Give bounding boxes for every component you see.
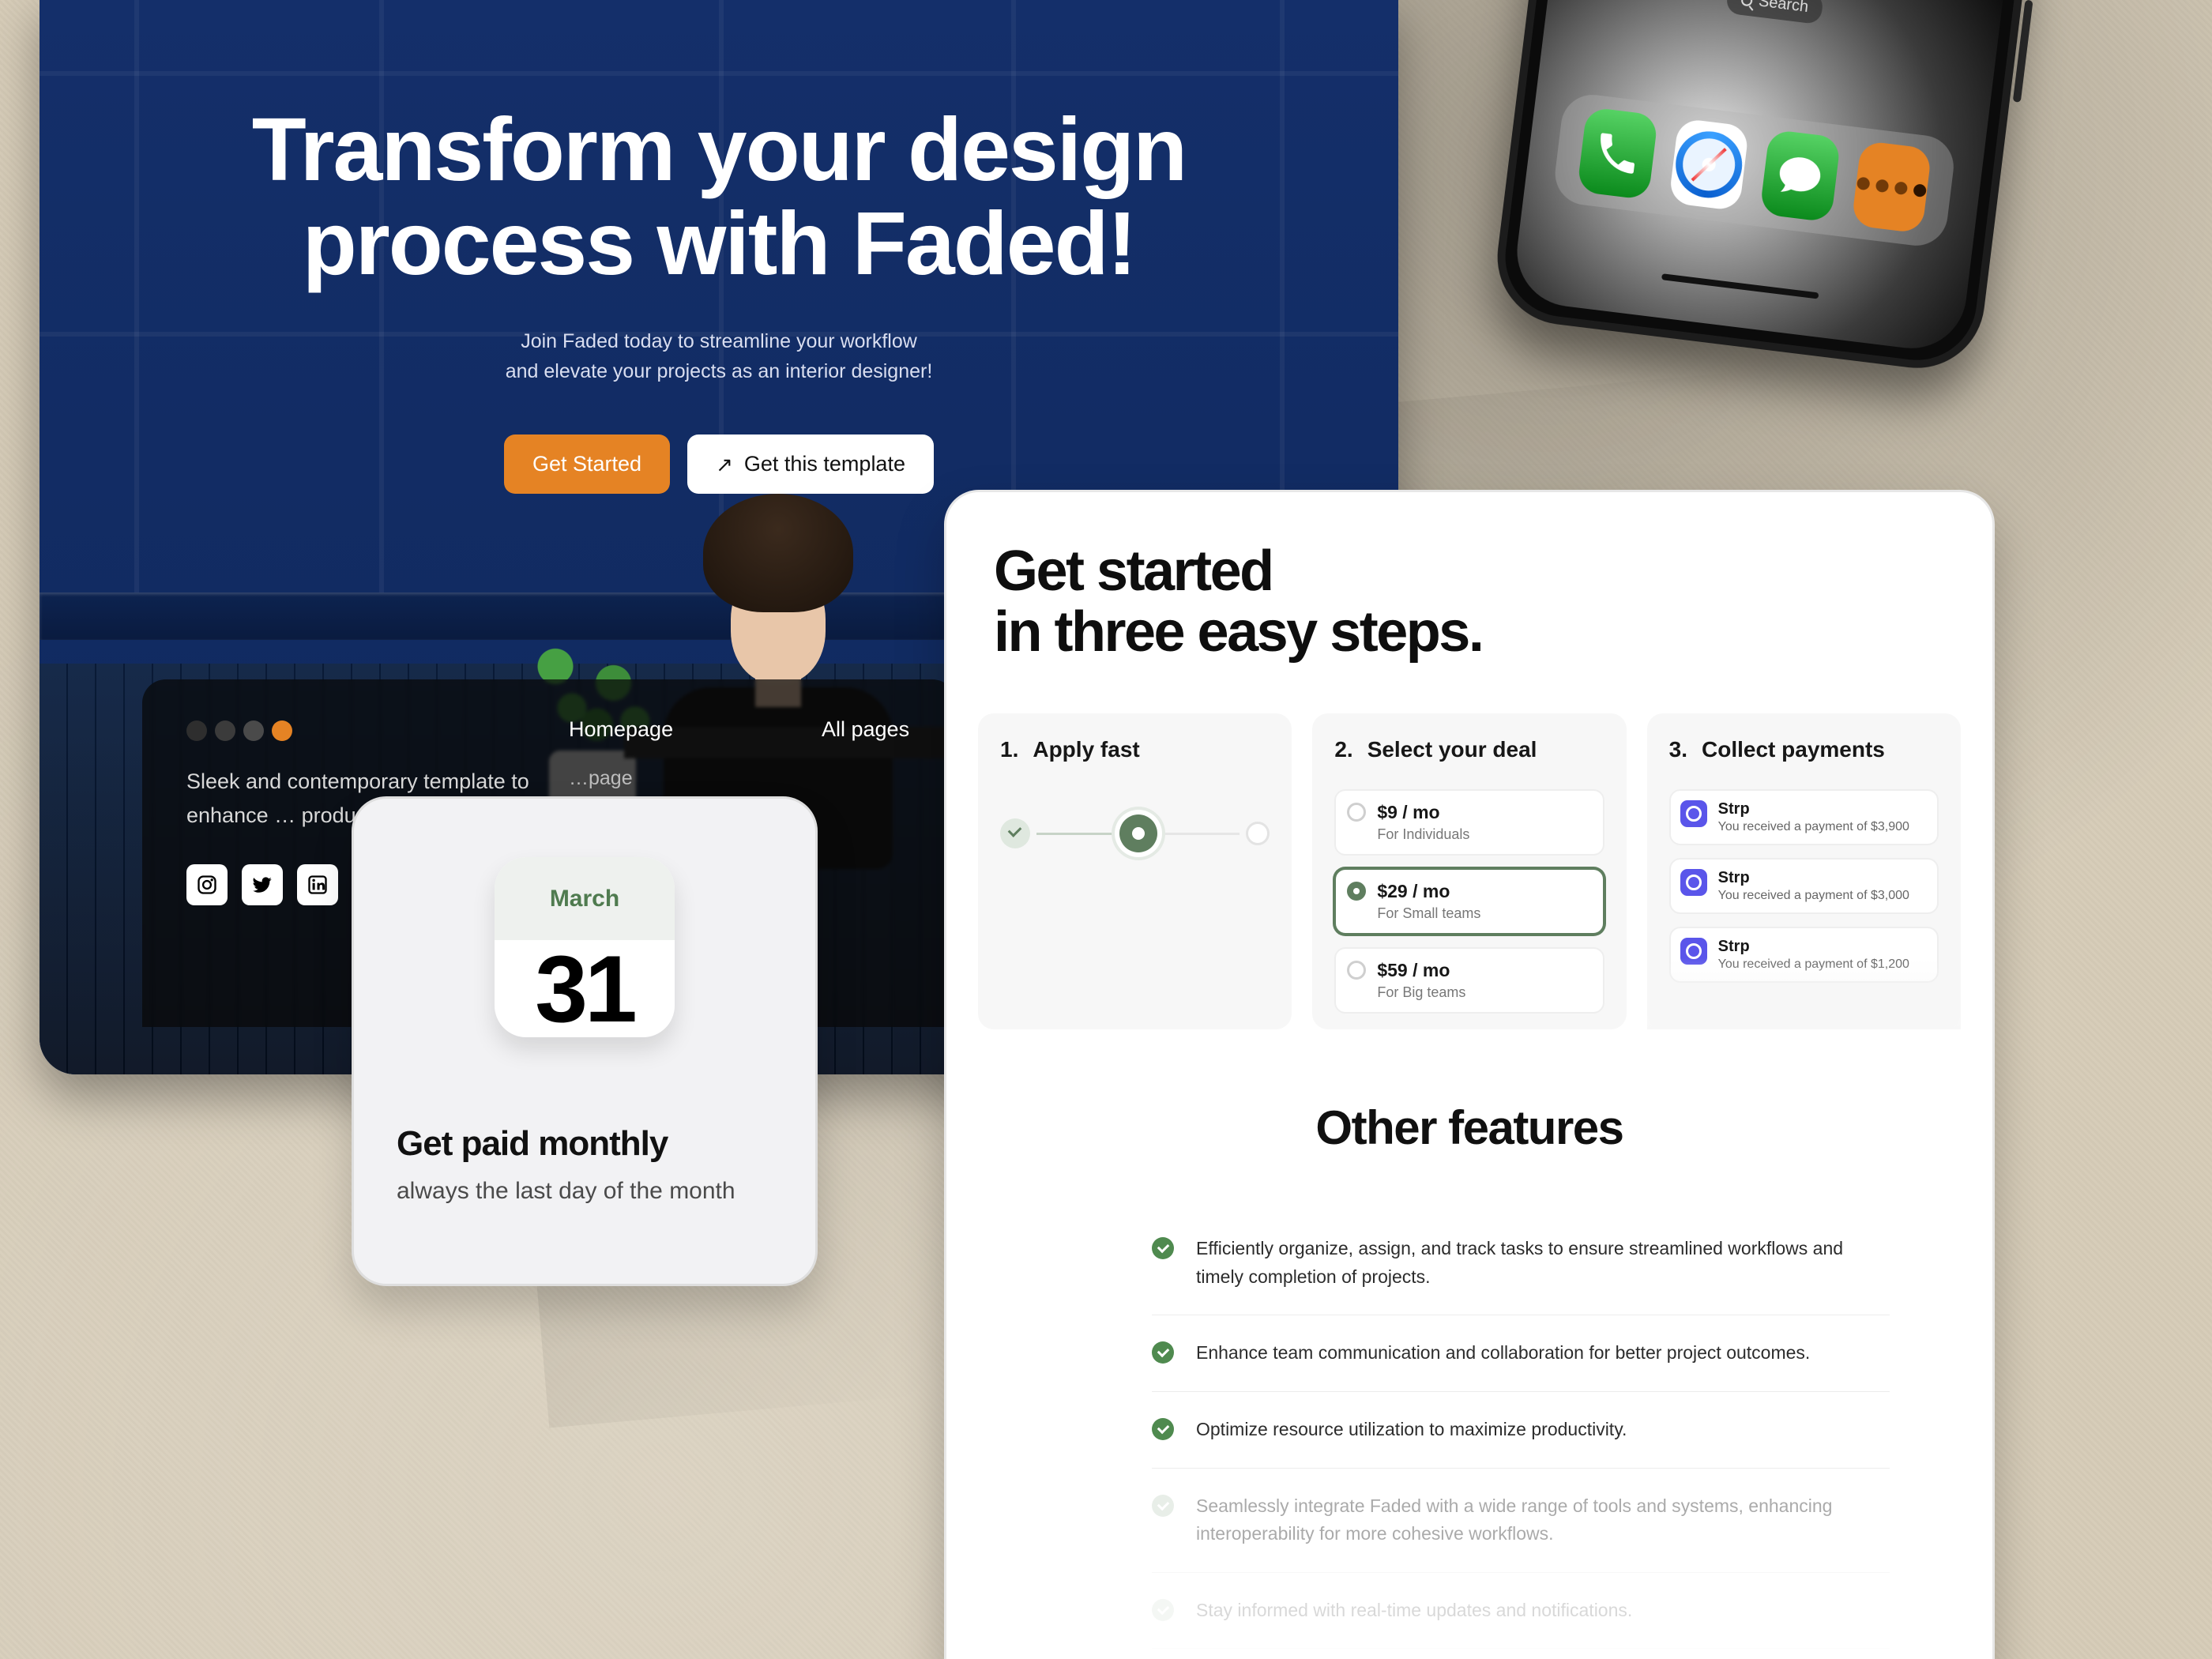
step3-label: Collect payments [1702, 737, 1885, 762]
other-features-title: Other features [946, 1100, 1992, 1155]
get-paid-title: Get paid monthly [397, 1124, 773, 1164]
step2-label: Select your deal [1367, 737, 1537, 762]
plan-audience: For Big teams [1377, 984, 1589, 1001]
feature-text: Seamlessly integrate Faded with a wide r… [1196, 1492, 1890, 1548]
get-started-button[interactable]: Get Started [504, 434, 670, 494]
step2-num: 2. [1334, 737, 1352, 762]
plan-price: $29 / mo [1377, 881, 1589, 902]
twitter-icon[interactable] [242, 864, 283, 905]
step3-num: 3. [1669, 737, 1687, 762]
get-paid-sub: always the last day of the month [397, 1178, 773, 1205]
dock [1552, 91, 1957, 249]
radio-icon [1347, 803, 1366, 822]
search-icon [1740, 0, 1753, 6]
payment-msg: You received a payment of $3,000 [1718, 889, 1924, 903]
calendar-badge: March 31 [495, 857, 675, 1037]
iphone-mockup: Search [1490, 0, 2034, 376]
stepper [1000, 810, 1270, 857]
hero-title-line1: Transform your design [252, 100, 1186, 199]
check-icon [1152, 1237, 1174, 1259]
payment-msg: You received a payment of $3,900 [1718, 820, 1924, 834]
stepper-todo-icon [1246, 822, 1270, 845]
plan-price: $9 / mo [1377, 802, 1589, 823]
step1-label: Apply fast [1033, 737, 1139, 762]
footer-col-2: All pages [822, 717, 909, 742]
safari-app-icon[interactable] [1668, 118, 1749, 211]
hero-cta-row: Get Started ↗ Get this template [40, 434, 1398, 494]
feature-text: Optimize resource utilization to maximiz… [1196, 1416, 1627, 1444]
steps-title: Get started in three easy steps. [994, 541, 1482, 663]
payment-name: Strp [1718, 938, 1924, 956]
plan-audience: For Small teams [1377, 905, 1589, 922]
get-template-label: Get this template [744, 452, 905, 476]
search-label: Search [1758, 0, 1810, 17]
payment-name: Strp [1718, 869, 1924, 887]
plan-price: $59 / mo [1377, 960, 1589, 981]
step-apply: 1. Apply fast [978, 713, 1292, 1029]
radio-selected-icon [1347, 882, 1366, 901]
list-item: Enhance team communication and collabora… [1152, 1315, 1890, 1392]
phone-screen: Search [1510, 0, 2012, 355]
hero-title: Transform your design process with Faded… [40, 103, 1398, 290]
plan-individual[interactable]: $9 / mo For Individuals [1334, 789, 1604, 856]
link-page[interactable]: …page [569, 767, 673, 790]
app-stack-icon[interactable] [1851, 141, 1932, 234]
linkedin-icon[interactable] [297, 864, 338, 905]
stripe-icon [1680, 869, 1707, 896]
instagram-icon[interactable] [186, 864, 228, 905]
plan-audience: For Individuals [1377, 826, 1589, 843]
radio-icon [1347, 961, 1366, 980]
plan-small-teams[interactable]: $29 / mo For Small teams [1334, 868, 1604, 935]
list-item: Optimize resource utilization to maximiz… [1152, 1392, 1890, 1469]
link-all-pages[interactable]: All pages [822, 717, 909, 742]
list-item: Stay informed with real-time updates and… [1152, 1573, 1890, 1650]
color-dots [186, 720, 912, 741]
check-icon [1152, 1599, 1174, 1621]
check-icon [1152, 1341, 1174, 1364]
messages-app-icon[interactable] [1759, 129, 1841, 222]
payment-row: Strp You received a payment of $3,900 [1669, 789, 1939, 845]
stepper-active-icon [1119, 814, 1157, 852]
payment-row: Strp You received a payment of $3,000 [1669, 858, 1939, 914]
home-indicator [1661, 273, 1819, 299]
list-item: Efficiently organize, assign, and track … [1152, 1211, 1890, 1315]
ios-search[interactable]: Search [1725, 0, 1824, 24]
get-template-button[interactable]: ↗ Get this template [687, 434, 934, 494]
step1-num: 1. [1000, 737, 1018, 762]
hero-subtitle: Join Faded today to streamline your work… [40, 327, 1398, 386]
feature-text: Enhance team communication and collabora… [1196, 1339, 1810, 1367]
list-item: Seamlessly integrate Faded with a wide r… [1152, 1469, 1890, 1573]
step-select-deal: 2. Select your deal $9 / mo For Individu… [1312, 713, 1626, 1029]
payment-name: Strp [1718, 800, 1924, 818]
feature-text: Stay informed with real-time updates and… [1196, 1597, 1632, 1625]
phone-body: Search [1490, 0, 2034, 376]
calendar-day: 31 [495, 940, 675, 1037]
feature-text: Efficiently organize, assign, and track … [1196, 1235, 1890, 1291]
arrow-up-right-icon: ↗ [716, 454, 733, 475]
stripe-icon [1680, 800, 1707, 827]
steps-row: 1. Apply fast 2. Select your deal $9 / m… [978, 713, 1961, 1029]
link-homepage[interactable]: Homepage [569, 717, 673, 742]
stepper-done-icon [1000, 818, 1030, 848]
get-paid-card: March 31 Get paid monthly always the las… [352, 796, 818, 1286]
plan-big-teams[interactable]: $59 / mo For Big teams [1334, 947, 1604, 1014]
hero-title-line2: process with Faded! [303, 194, 1136, 293]
feature-list: Efficiently organize, assign, and track … [1152, 1211, 1890, 1649]
check-icon [1152, 1418, 1174, 1440]
calendar-month: March [495, 857, 675, 940]
check-icon [1152, 1495, 1174, 1517]
steps-panel: Get started in three easy steps. 1. Appl… [944, 490, 1995, 1659]
phone-app-icon[interactable] [1577, 107, 1658, 200]
step-collect-payments: 3. Collect payments Strp You received a … [1647, 713, 1961, 1029]
